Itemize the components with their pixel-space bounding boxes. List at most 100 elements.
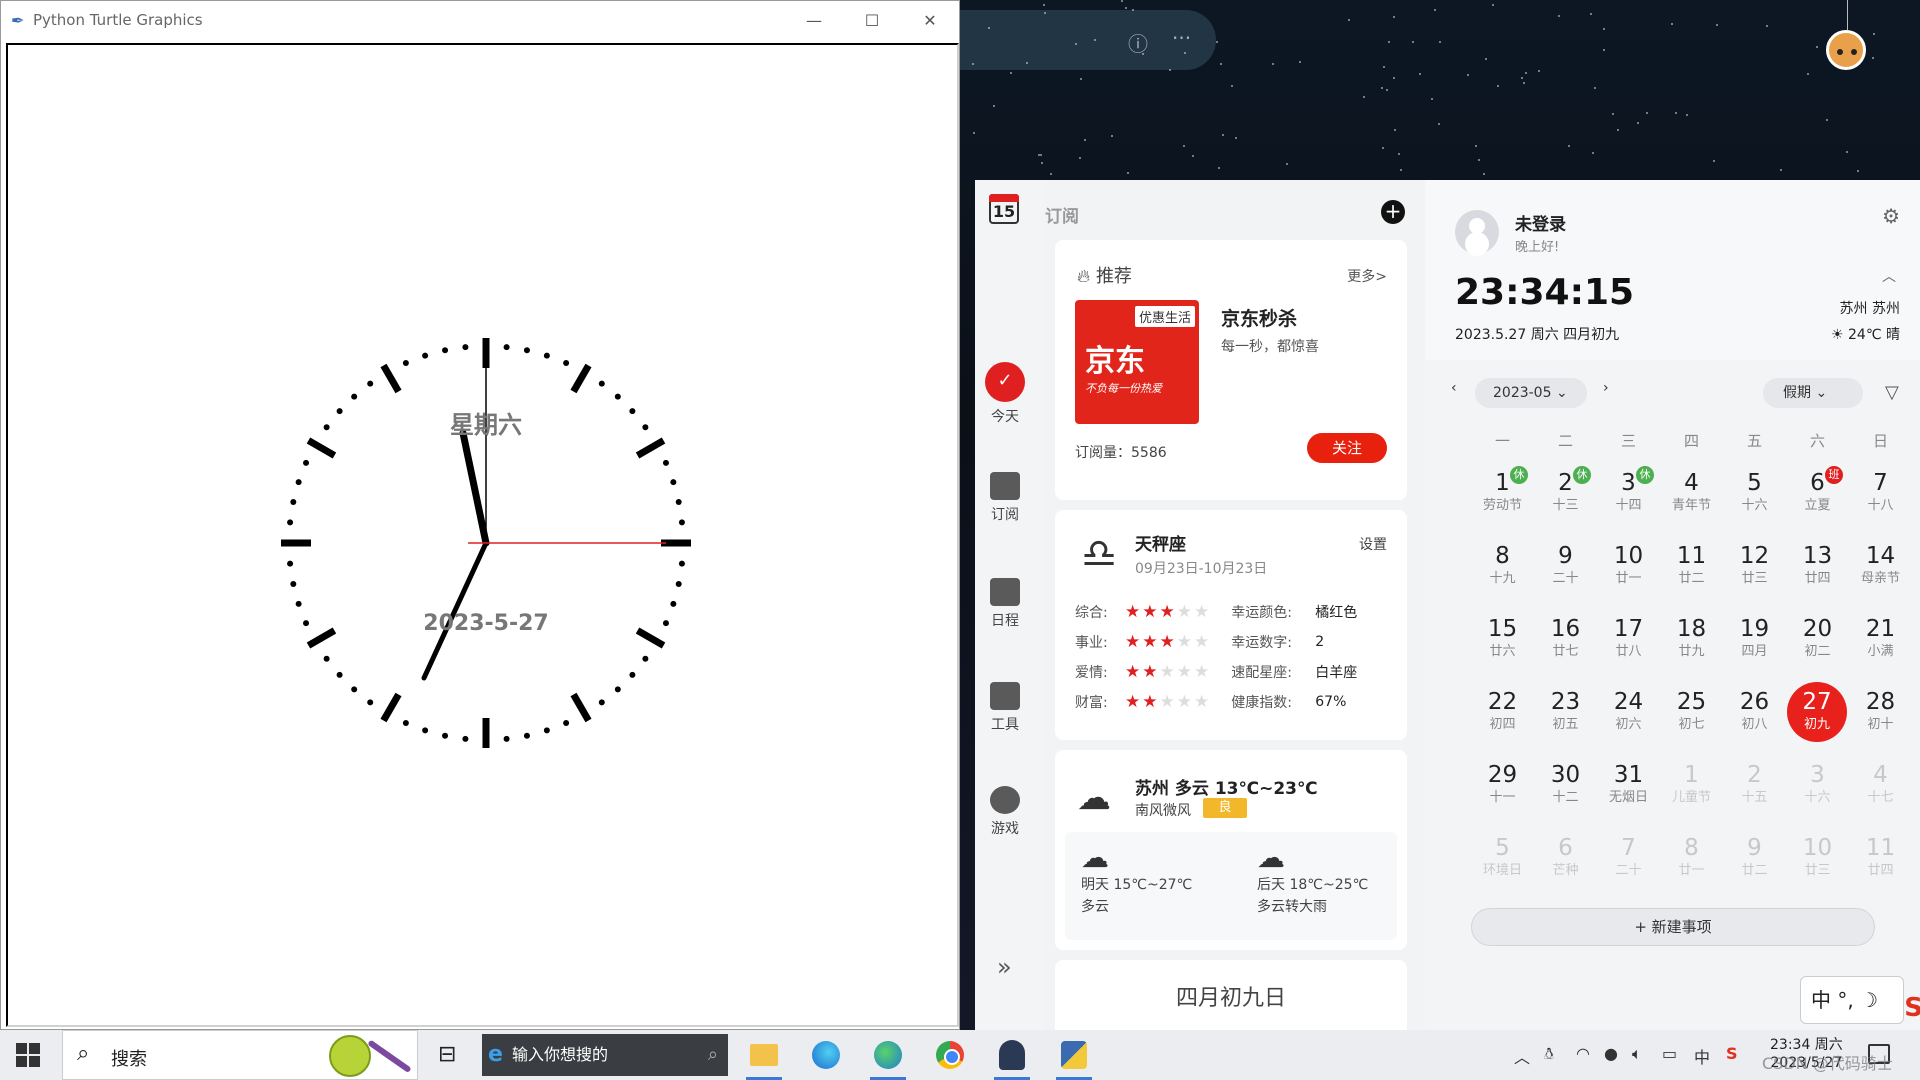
calendar-day[interactable]: 15 廿六 bbox=[1471, 606, 1534, 672]
calendar-day[interactable]: 6 立夏班 bbox=[1786, 460, 1849, 526]
calendar-day[interactable]: 23 初五 bbox=[1534, 679, 1597, 745]
calendar-day[interactable]: 25 初七 bbox=[1660, 679, 1723, 745]
calendar-day[interactable]: 20 初二 bbox=[1786, 606, 1849, 672]
calendar-day[interactable]: 9 二十 bbox=[1534, 533, 1597, 599]
taskbar-search[interactable]: ⌕ 搜索 bbox=[62, 1030, 418, 1080]
holiday-selector[interactable]: 假期 ⌄ bbox=[1763, 378, 1863, 408]
calendar-day[interactable]: 27 初九 bbox=[1787, 682, 1847, 742]
month-selector[interactable]: 2023-05 ⌄ bbox=[1475, 378, 1587, 408]
calendar-day[interactable]: 16 廿七 bbox=[1534, 606, 1597, 672]
rail-label: 订阅 bbox=[991, 507, 1019, 523]
ime-toolbar[interactable]: 中 °, ☽ S bbox=[1800, 976, 1920, 1024]
calendar-day[interactable]: 31 无烟日 bbox=[1597, 752, 1660, 818]
current-time: 23:34:15 bbox=[1455, 272, 1635, 313]
battery-icon[interactable]: ▭ bbox=[1662, 1044, 1677, 1063]
calendar-day[interactable]: 2 十三休 bbox=[1534, 460, 1597, 526]
rail-item-tools[interactable]: 工具 bbox=[975, 682, 1035, 734]
ie-search-box[interactable]: e 输入你想搜的 ⌕ bbox=[482, 1034, 728, 1076]
calendar-day[interactable]: 3 十四休 bbox=[1597, 460, 1660, 526]
expand-icon[interactable]: » bbox=[997, 953, 1012, 981]
volume-icon[interactable]: 🔈︎ bbox=[1632, 1044, 1642, 1064]
forecast-day-1: ☁︎ 明天 15℃~27℃ 多云 bbox=[1081, 842, 1192, 918]
rail-item-games[interactable]: 游戏 bbox=[975, 786, 1035, 838]
city-name[interactable]: 苏州 苏州 bbox=[1840, 298, 1900, 318]
calendar-day[interactable]: 7 十八 bbox=[1849, 460, 1912, 526]
rail-item-today[interactable]: 今天 bbox=[975, 362, 1035, 426]
calendar-day[interactable]: 22 初四 bbox=[1471, 679, 1534, 745]
calendar-date-icon[interactable]: 15 bbox=[989, 194, 1019, 224]
day-number: 19 bbox=[1739, 616, 1770, 642]
sogou-tray-icon[interactable]: S bbox=[1726, 1044, 1738, 1063]
calendar-day[interactable]: 2 十五 bbox=[1723, 752, 1786, 818]
turtle-canvas[interactable]: 星期六 2023-5-27 bbox=[6, 43, 959, 1027]
calendar-day[interactable]: 7 二十 bbox=[1597, 825, 1660, 891]
maximize-button[interactable]: ☐ bbox=[843, 1, 901, 39]
sogou-icon[interactable]: S bbox=[1904, 985, 1920, 1031]
input-language[interactable]: 中 bbox=[1694, 1044, 1710, 1068]
prev-month-icon[interactable]: ‹ bbox=[1451, 380, 1457, 396]
star-rating: ★ ★ ★ ★ ★ bbox=[1125, 632, 1209, 652]
tray-app-icon[interactable]: ● bbox=[1604, 1044, 1618, 1063]
recommend-name[interactable]: 京东秒杀 bbox=[1221, 304, 1297, 331]
windows-start-icon[interactable] bbox=[16, 1043, 40, 1067]
calendar-day[interactable]: 10 廿一 bbox=[1597, 533, 1660, 599]
calendar-day[interactable]: 9 廿二 bbox=[1723, 825, 1786, 891]
minimize-button[interactable]: — bbox=[785, 1, 843, 39]
wifi-icon[interactable]: ◠ bbox=[1576, 1044, 1590, 1063]
calendar-day[interactable]: 10 廿三 bbox=[1786, 825, 1849, 891]
calendar-day[interactable]: 1 劳动节休 bbox=[1471, 460, 1534, 526]
calendar-day[interactable]: 21 小满 bbox=[1849, 606, 1912, 672]
calendar-day[interactable]: 29 十一 bbox=[1471, 752, 1534, 818]
calendar-day[interactable]: 1 儿童节 bbox=[1660, 752, 1723, 818]
calendar-day[interactable]: 19 四月 bbox=[1723, 606, 1786, 672]
calendar-day[interactable]: 5 十六 bbox=[1723, 460, 1786, 526]
calendar-day[interactable]: 5 环境日 bbox=[1471, 825, 1534, 891]
user-app-icon[interactable] bbox=[992, 1036, 1032, 1080]
jd-thumbnail[interactable]: 优惠生活 京东 不负每一份热爱 bbox=[1075, 300, 1199, 424]
rail-item-subscribe[interactable]: 订阅 bbox=[975, 472, 1035, 524]
more-icon[interactable]: ··· bbox=[1172, 26, 1191, 50]
edge-icon[interactable] bbox=[868, 1036, 908, 1080]
file-explorer-icon[interactable] bbox=[744, 1036, 784, 1080]
calendar-day[interactable]: 4 十七 bbox=[1849, 752, 1912, 818]
avatar[interactable] bbox=[1455, 210, 1499, 254]
calendar-day[interactable]: 11 廿四 bbox=[1849, 825, 1912, 891]
username[interactable]: 未登录 bbox=[1515, 210, 1566, 235]
follow-button[interactable]: 关注 bbox=[1307, 433, 1387, 463]
task-view-icon[interactable]: ⊟ bbox=[438, 1042, 456, 1067]
chrome-icon[interactable] bbox=[930, 1036, 970, 1074]
calendar-day[interactable]: 8 廿一 bbox=[1660, 825, 1723, 891]
rail-item-schedule[interactable]: 日程 bbox=[975, 578, 1035, 630]
more-link[interactable]: 更多> bbox=[1347, 266, 1387, 286]
python-icon[interactable] bbox=[1054, 1036, 1094, 1080]
calendar-day[interactable]: 26 初八 bbox=[1723, 679, 1786, 745]
ie-app-icon[interactable] bbox=[806, 1036, 846, 1074]
horoscope-settings-link[interactable]: 设置 bbox=[1359, 534, 1387, 554]
next-month-icon[interactable]: › bbox=[1603, 380, 1609, 396]
close-button[interactable]: ✕ bbox=[901, 1, 959, 39]
new-event-button[interactable]: + 新建事项 bbox=[1471, 908, 1875, 946]
qq-icon[interactable]: 🐧︎ bbox=[1544, 1044, 1554, 1066]
calendar-day[interactable]: 17 廿八 bbox=[1597, 606, 1660, 672]
calendar-day[interactable]: 12 廿三 bbox=[1723, 533, 1786, 599]
help-icon[interactable]: ⓘ bbox=[1128, 28, 1148, 57]
calendar-day[interactable]: 11 廿二 bbox=[1660, 533, 1723, 599]
filter-icon[interactable]: ▽ bbox=[1885, 382, 1899, 403]
tray-chevron-icon[interactable]: ︿ bbox=[1514, 1044, 1530, 1068]
calendar-day[interactable]: 13 廿四 bbox=[1786, 533, 1849, 599]
calendar-day[interactable]: 30 十二 bbox=[1534, 752, 1597, 818]
minute-dot bbox=[629, 408, 636, 415]
chevron-up-icon[interactable]: ︿ bbox=[1882, 266, 1896, 286]
calendar-day[interactable]: 6 芒种 bbox=[1534, 825, 1597, 891]
minute-dot bbox=[336, 408, 343, 415]
calendar-day[interactable]: 4 青年节 bbox=[1660, 460, 1723, 526]
gear-icon[interactable]: ⚙ bbox=[1882, 204, 1900, 228]
calendar-day[interactable]: 18 廿九 bbox=[1660, 606, 1723, 672]
calendar-day[interactable]: 28 初十 bbox=[1849, 679, 1912, 745]
calendar-day[interactable]: 3 十六 bbox=[1786, 752, 1849, 818]
calendar-day[interactable]: 8 十九 bbox=[1471, 533, 1534, 599]
shiba-pendant-icon[interactable] bbox=[1826, 30, 1866, 70]
add-subscription-button[interactable]: + bbox=[1381, 200, 1405, 224]
calendar-day[interactable]: 24 初六 bbox=[1597, 679, 1660, 745]
calendar-day[interactable]: 14 母亲节 bbox=[1849, 533, 1912, 599]
